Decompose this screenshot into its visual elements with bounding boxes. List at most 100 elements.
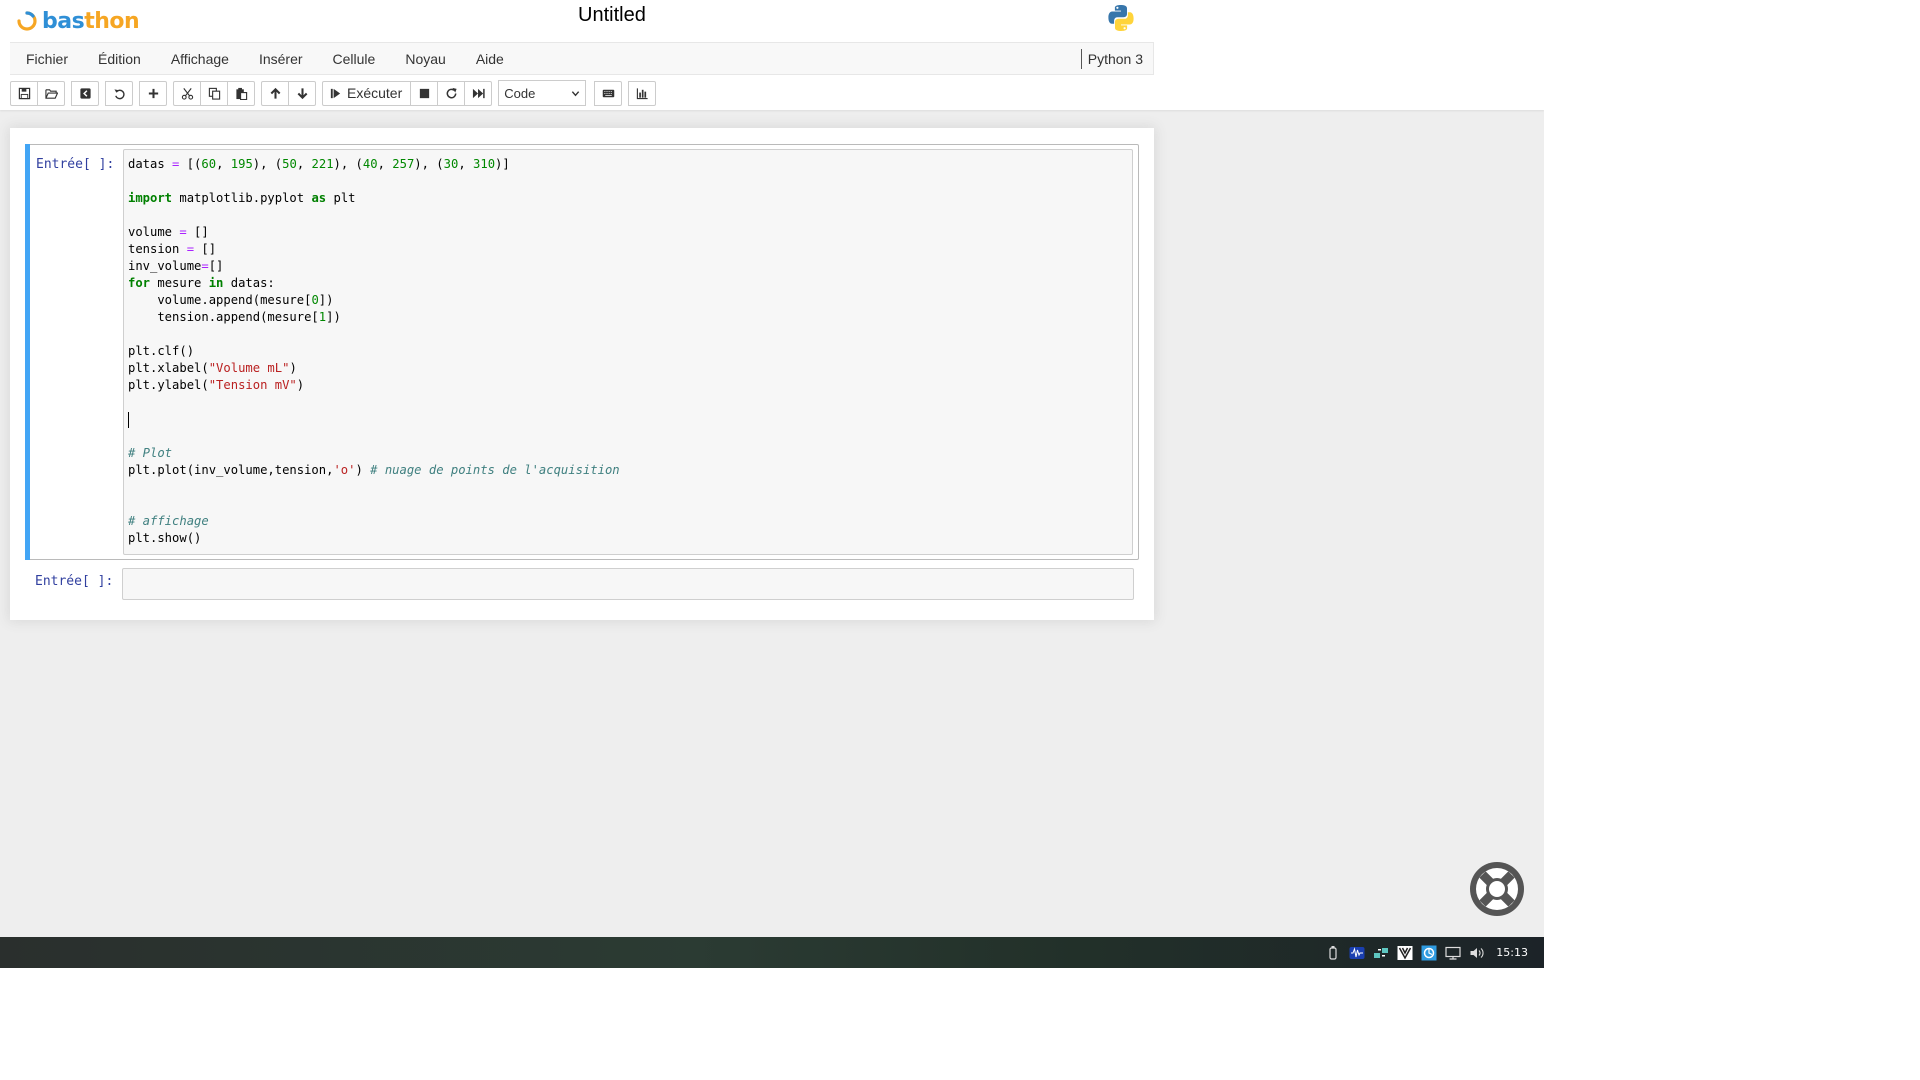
code-line: tension = [] [128, 241, 620, 258]
kernel-indicator[interactable]: Python 3 [1080, 49, 1143, 69]
code-cell-empty[interactable]: Entrée[ ]: [25, 564, 1139, 600]
menu-affichage[interactable]: Affichage [156, 43, 244, 74]
code-line: volume = [] [128, 224, 620, 241]
toolbar-group-run: Exécuter [322, 80, 493, 106]
code-token: import [128, 191, 173, 205]
code-token: ), ( [414, 157, 444, 171]
menubar: Fichier Édition Affichage Insérer Cellul… [10, 42, 1154, 75]
code-token: "Volume mL" [208, 361, 290, 375]
code-line: plt.xlabel("Volume mL") [128, 360, 620, 377]
save-icon [18, 87, 30, 99]
lifebuoy-icon[interactable] [1467, 859, 1527, 919]
shield-icon[interactable] [1420, 944, 1438, 962]
code-token: plt.ylabel( [128, 378, 209, 392]
code-line: inv_volume=[] [128, 258, 620, 275]
save-button[interactable] [10, 80, 38, 106]
brand-part-2: thon [84, 8, 140, 34]
command-palette-button[interactable] [594, 80, 623, 106]
code-token: = [179, 225, 187, 239]
menu-noyau[interactable]: Noyau [390, 43, 460, 74]
code-token: ) [289, 361, 297, 375]
restart-button[interactable] [437, 80, 466, 106]
code-editor[interactable]: datas = [(60, 195), (50, 221), (40, 257)… [123, 149, 1133, 555]
copy-button[interactable] [200, 80, 228, 106]
code-token: 195 [230, 157, 253, 171]
menu-fichier[interactable]: Fichier [10, 43, 83, 74]
paste-button[interactable] [227, 80, 255, 106]
code-token: ), ( [252, 157, 283, 171]
code-line: plt.clf() [128, 343, 620, 360]
arrow-down-icon [297, 87, 307, 99]
code-token: , [216, 157, 231, 171]
run-label: Exécuter [347, 85, 403, 101]
taskbar: 15:13 [0, 937, 1544, 968]
move-down-button[interactable] [288, 80, 316, 106]
code-editor-empty[interactable] [122, 568, 1134, 600]
toolbar-group-undo [105, 80, 133, 106]
code-line: import matplotlib.pyplot as plt [128, 190, 620, 207]
code-token: ]) [326, 310, 341, 324]
chart-button[interactable] [628, 80, 657, 106]
browser-viewport: basthon Untitled Fichier Édition Afficha… [0, 0, 1544, 968]
code-token: 0 [311, 293, 319, 307]
move-up-button[interactable] [261, 80, 289, 106]
insert-cell-button[interactable] [139, 80, 167, 106]
open-button[interactable] [37, 80, 65, 106]
code-cell-selected[interactable]: Entrée[ ]: datas = [(60, 195), (50, 221)… [25, 144, 1139, 560]
bar-chart-icon [636, 87, 648, 99]
code-token: 257 [392, 157, 415, 171]
fast-forward-icon [472, 88, 485, 98]
restart-icon [446, 87, 457, 98]
code-token: for [128, 276, 151, 290]
code-line: datas = [(60, 195), (50, 221), (40, 257)… [128, 156, 620, 173]
vpn-icon[interactable] [1396, 944, 1414, 962]
input-prompt: Entrée[ ]: [36, 157, 115, 172]
code-token: 40 [362, 157, 378, 171]
code-token: 50 [282, 157, 297, 171]
run-button[interactable]: Exécuter [322, 80, 412, 106]
code-token: in [208, 276, 224, 290]
python-logo-icon [1108, 5, 1134, 31]
code-token: = [186, 242, 195, 256]
menu-cellule[interactable]: Cellule [318, 43, 391, 74]
code-token: # Plot [128, 446, 173, 460]
save-as-button[interactable] [71, 80, 99, 106]
notebook-title[interactable]: Untitled [578, 4, 646, 27]
basthon-logo[interactable]: basthon [14, 6, 140, 36]
undo-button[interactable] [105, 80, 133, 106]
cell-type-select[interactable]: Code [498, 80, 587, 106]
code-token: plt.xlabel( [128, 361, 209, 375]
usb-drive-icon[interactable] [1324, 944, 1342, 962]
run-all-button[interactable] [464, 80, 493, 106]
code-token: ) [355, 463, 371, 477]
menu-inserer[interactable]: Insérer [244, 43, 318, 74]
code-token: [] [208, 259, 224, 273]
cut-icon [181, 87, 193, 100]
brand-part-1: bas [42, 8, 85, 34]
code-text[interactable]: datas = [(60, 195), (50, 221), (40, 257)… [128, 156, 620, 547]
toolbar-group-file [10, 80, 65, 106]
code-token: , [377, 157, 393, 171]
code-token: 30 [443, 157, 459, 171]
network-manager-icon[interactable] [1372, 944, 1390, 962]
code-token: [] [186, 225, 209, 239]
code-line: volume.append(mesure[0]) [128, 292, 620, 309]
code-token: # affichage [128, 514, 209, 528]
system-tray: 15:13 [1324, 937, 1528, 968]
menu-edition[interactable]: Édition [83, 43, 156, 74]
clock[interactable]: 15:13 [1496, 946, 1528, 959]
code-token: )] [495, 157, 510, 171]
text-cursor [128, 411, 129, 428]
cut-button[interactable] [173, 80, 201, 106]
volume-icon[interactable] [1468, 944, 1486, 962]
stop-button[interactable] [410, 80, 439, 106]
display-icon[interactable] [1444, 944, 1462, 962]
save-as-icon [79, 87, 91, 99]
menu-aide[interactable]: Aide [461, 43, 519, 74]
audio-wave-icon[interactable] [1348, 944, 1366, 962]
code-token: [] [194, 242, 217, 256]
basthon-swirl-icon [17, 11, 37, 31]
